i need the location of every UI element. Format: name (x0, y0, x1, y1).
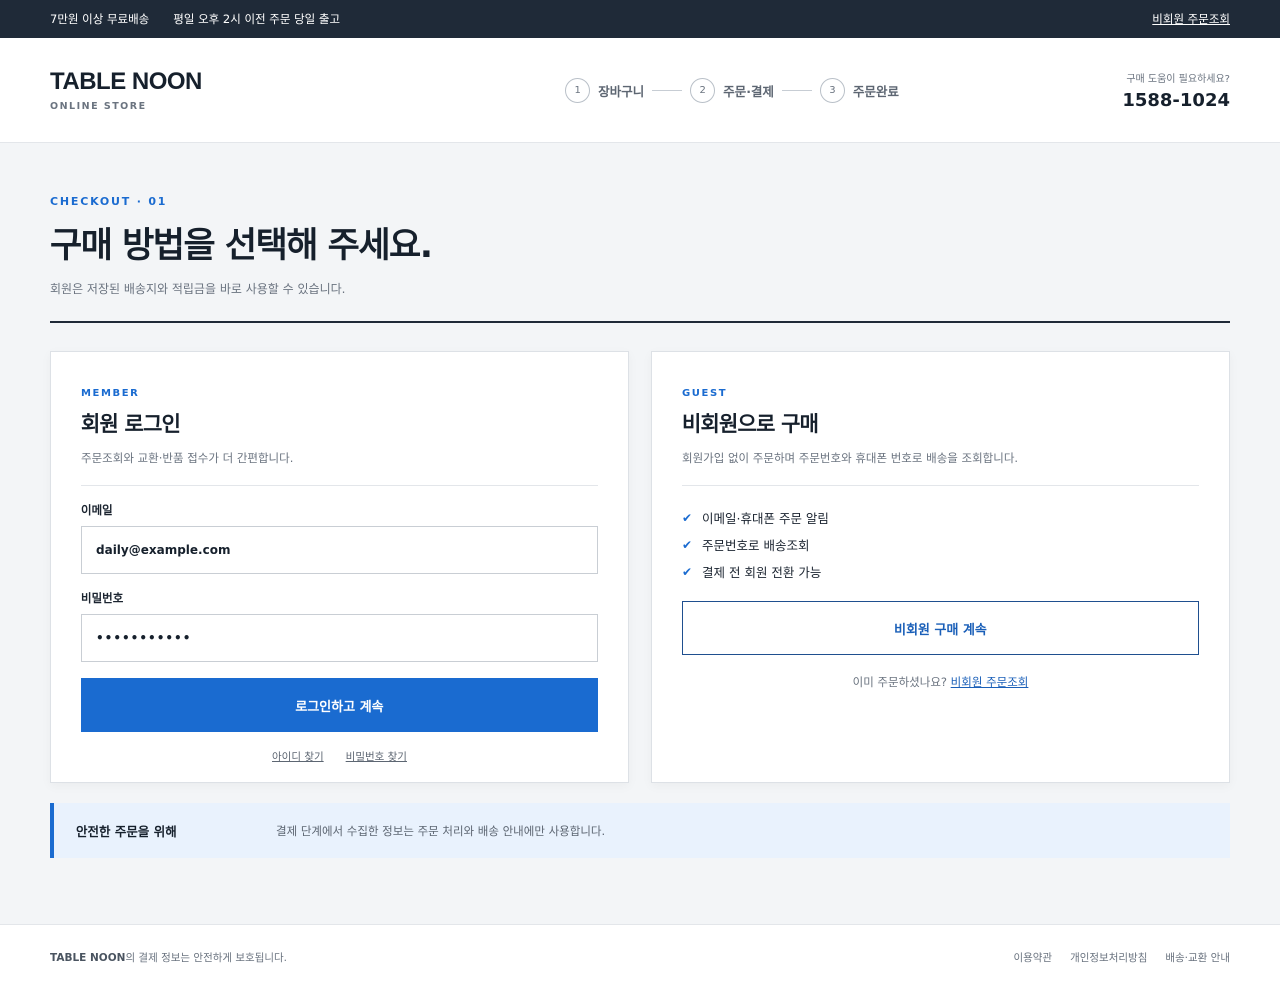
purchase-options: MEMBER 회원 로그인 주문조회와 교환·반품 접수가 더 간편합니다. 이… (50, 351, 1230, 783)
main-content: CHECKOUT · 01 구매 방법을 선택해 주세요. 회원은 저장된 배송… (0, 143, 1280, 858)
guest-order-lookup-link[interactable]: 비회원 주문조회 (951, 675, 1029, 689)
page-title: 구매 방법을 선택해 주세요. (50, 226, 433, 266)
same-day-shipping-notice: 평일 오후 2시 이전 주문 당일 출고 (173, 12, 341, 26)
already-ordered-text: 이미 주문하셨나요? 비회원 주문조회 (682, 674, 1199, 690)
page-description: 회원은 저장된 배송지와 적립금을 바로 사용할 수 있습니다. (50, 282, 346, 296)
logo[interactable]: TABLE NOON ONLINE STORE (50, 68, 202, 112)
login-continue-button[interactable]: 로그인하고 계속 (81, 678, 598, 732)
help-phone[interactable]: 1588-1024 (1122, 90, 1230, 111)
list-item: ✔ 결제 전 회원 전환 가능 (682, 558, 1199, 585)
step-label: 장바구니 (598, 83, 645, 99)
top-notice-bar: 7만원 이상 무료배송 평일 오후 2시 이전 주문 당일 출고 비회원 주문조… (0, 0, 1280, 38)
password-label: 비밀번호 (81, 591, 124, 605)
notice-text: 결제 단계에서 수집한 정보는 주문 처리와 배송 안내에만 사용합니다. (276, 823, 606, 838)
member-tag: MEMBER (81, 388, 140, 399)
card-divider (81, 485, 598, 486)
check-icon: ✔ (682, 537, 693, 552)
guest-purchase-card: GUEST 비회원으로 구매 회원가입 없이 주문하며 주문번호와 휴대폰 번호… (651, 351, 1230, 783)
safety-notice: 안전한 주문을 위해 결제 단계에서 수집한 정보는 주문 처리와 배송 안내에… (50, 803, 1230, 858)
already-ordered-question: 이미 주문하셨나요? (852, 675, 948, 689)
header: TABLE NOON ONLINE STORE 1 장바구니 2 주문·결제 3… (0, 38, 1280, 143)
footer-links: 이용약관 개인정보처리방침 배송·교환 안내 (1013, 950, 1230, 965)
member-card-description: 주문조회와 교환·반품 접수가 더 간편합니다. (81, 451, 294, 465)
check-icon: ✔ (682, 510, 693, 525)
password-field[interactable] (81, 614, 598, 662)
shipping-notices: 7만원 이상 무료배송 평일 오후 2시 이전 주문 당일 출고 (50, 11, 340, 27)
step-label: 주문완료 (852, 83, 899, 99)
help-question: 구매 도움이 필요하세요? (1126, 73, 1230, 85)
logo-name: TABLE NOON (50, 68, 202, 95)
logo-subtitle: ONLINE STORE (50, 101, 147, 112)
account-recovery-links: 아이디 찾기 비밀번호 찾기 (81, 749, 598, 764)
shipping-exchange-link[interactable]: 배송·교환 안내 (1165, 950, 1230, 965)
help-contact: 구매 도움이 필요하세요? 1588-1024 (1122, 70, 1230, 111)
guest-continue-button[interactable]: 비회원 구매 계속 (682, 601, 1199, 655)
notice-title: 안전한 주문을 위해 (76, 824, 177, 839)
step-cart: 1 장바구니 (565, 77, 645, 103)
step-payment: 2 주문·결제 (690, 77, 774, 103)
guest-card-description: 회원가입 없이 주문하며 주문번호와 휴대폰 번호로 배송을 조회합니다. (682, 451, 1019, 465)
step-complete: 3 주문완료 (819, 77, 899, 103)
list-item: ✔ 이메일·휴대폰 주문 알림 (682, 504, 1199, 531)
guest-tag: GUEST (682, 388, 728, 399)
step-label: 주문·결제 (723, 83, 774, 99)
find-id-link[interactable]: 아이디 찾기 (272, 749, 324, 764)
step-connector (781, 89, 812, 91)
member-login-card: MEMBER 회원 로그인 주문조회와 교환·반품 접수가 더 간편합니다. 이… (50, 351, 629, 783)
member-card-title: 회원 로그인 (81, 412, 181, 436)
terms-link[interactable]: 이용약관 (1013, 950, 1052, 965)
free-shipping-notice: 7만원 이상 무료배송 (50, 12, 150, 26)
guest-order-lookup-link[interactable]: 비회원 주문조회 (1152, 11, 1230, 27)
checkout-eyebrow: CHECKOUT · 01 (50, 195, 168, 208)
find-password-link[interactable]: 비밀번호 찾기 (346, 749, 407, 764)
step-number: 1 (565, 77, 591, 103)
step-number: 3 (819, 77, 845, 103)
benefit-text: 결제 전 회원 전환 가능 (702, 565, 822, 580)
footer-text: 의 결제 정보는 안전하게 보호됩니다. (125, 952, 288, 964)
footer: TABLE NOON의 결제 정보는 안전하게 보호됩니다. 이용약관 개인정보… (0, 924, 1280, 990)
checkout-steps: 1 장바구니 2 주문·결제 3 주문완료 (565, 77, 899, 103)
step-connector (652, 89, 683, 91)
guest-benefits-list: ✔ 이메일·휴대폰 주문 알림 ✔ 주문번호로 배송조회 ✔ 결제 전 회원 전… (682, 504, 1199, 585)
benefit-text: 이메일·휴대폰 주문 알림 (702, 511, 829, 526)
guest-card-title: 비회원으로 구매 (682, 412, 819, 436)
list-item: ✔ 주문번호로 배송조회 (682, 531, 1199, 558)
footer-brand: TABLE NOON (50, 952, 126, 964)
card-divider (682, 485, 1199, 486)
benefit-text: 주문번호로 배송조회 (702, 538, 810, 553)
footer-security-text: TABLE NOON의 결제 정보는 안전하게 보호됩니다. (50, 950, 287, 965)
title-divider (50, 321, 1230, 323)
check-icon: ✔ (682, 564, 693, 579)
privacy-policy-link[interactable]: 개인정보처리방침 (1070, 950, 1147, 965)
step-number: 2 (690, 77, 716, 103)
email-field[interactable] (81, 526, 598, 574)
email-label: 이메일 (81, 503, 113, 517)
